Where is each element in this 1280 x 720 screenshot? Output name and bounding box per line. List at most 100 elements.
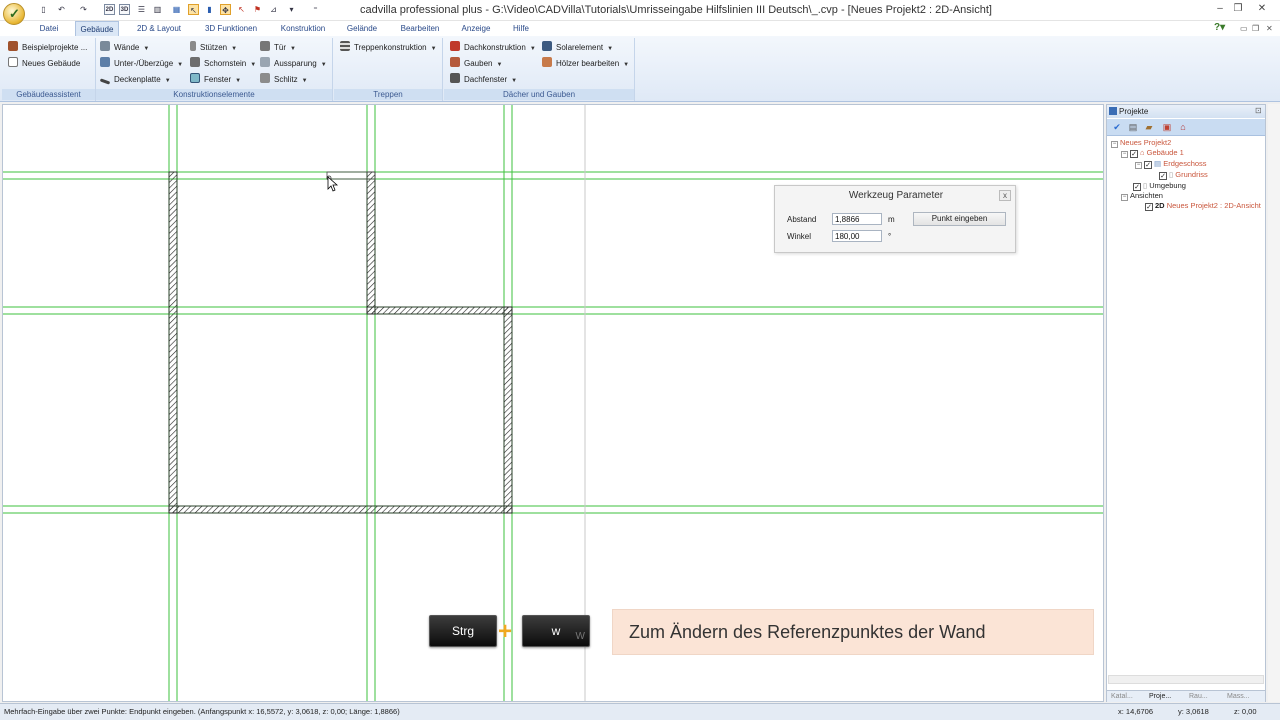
building-icon[interactable]: ⌂ (1177, 121, 1189, 133)
tree-ansichten[interactable]: − Ansichten (1121, 191, 1163, 201)
tab-gebaeude[interactable]: Gebäude (75, 21, 119, 36)
status-message: Mehrfach-Eingabe über zwei Punkte: Endpu… (4, 707, 400, 716)
tree-grundriss[interactable]: ✓ ▯ Grundriss (1159, 170, 1208, 180)
wall-mid-horizontal[interactable] (366, 306, 513, 315)
group-label: Gebäudeassistent (2, 89, 95, 100)
abstand-input[interactable] (832, 213, 882, 225)
tab-gelaende[interactable]: Gelände (344, 21, 380, 36)
projects-panel-title: Projekte (1107, 105, 1265, 118)
wall-middle[interactable] (366, 171, 376, 315)
ribbon-tabs: Datei Gebäude 2D & Layout 3D Funktionen … (0, 21, 1280, 36)
dialog-close-button[interactable]: x (999, 190, 1011, 201)
minimize-button[interactable]: – (1212, 2, 1228, 16)
tab-projekte[interactable]: Proje... (1149, 691, 1171, 703)
winkel-label: Winkel (787, 232, 812, 241)
wall-right[interactable] (503, 306, 513, 514)
flag-icon[interactable]: ⚑ (252, 4, 263, 15)
tab-anzeige[interactable]: Anzeige (456, 21, 496, 36)
dropdown-icon[interactable]: ▾ (286, 4, 297, 15)
title-bar: ✓ ▯ ↶ ↷ 2D 3D ☰ ▥ ▦ ↖ ▮ ✥ ↖ ⚑ ⊿ ▾ ⁼ cadv… (0, 0, 1280, 25)
treppenkonstruktion-button[interactable]: Treppenkonstruktion ▼ (340, 41, 437, 55)
dormer-icon (450, 57, 460, 67)
ribbon-close-icon[interactable]: ✕ (1266, 24, 1273, 33)
fenster-button[interactable]: Fenster ▼ (190, 73, 241, 87)
close-button[interactable]: ✕ (1254, 2, 1270, 16)
werkzeug-parameter-dialog: Werkzeug Parameter x Abstand m Punkt ein… (774, 185, 1016, 253)
dachkonstruktion-button[interactable]: Dachkonstruktion ▼ (450, 41, 536, 55)
wall-left[interactable] (168, 171, 178, 514)
view-3d-button[interactable]: 3D (119, 4, 130, 15)
tree-view-2d[interactable]: ✓ 2D Neues Projekt2 : 2D-Ansicht (1145, 201, 1261, 211)
wall-bottom[interactable] (168, 505, 513, 514)
redo-icon[interactable]: ↷ (78, 4, 89, 15)
chimney-icon (190, 57, 200, 67)
split-horizontal-icon[interactable]: ☰ (136, 4, 147, 15)
delete-icon[interactable]: ▣ (1161, 121, 1173, 133)
group-label: Treppen (334, 89, 442, 100)
checkmark-icon[interactable]: ✔ (1111, 121, 1123, 133)
tab-3d-funktionen[interactable]: 3D Funktionen (200, 21, 262, 36)
view-toggle-icon[interactable]: ▤ (1127, 121, 1139, 133)
help-icon[interactable]: ?▾ (1214, 22, 1225, 33)
vertical-scrollbar[interactable] (1268, 104, 1280, 702)
tab-datei[interactable]: Datei (34, 21, 64, 36)
beam-icon (100, 57, 110, 67)
tree-project[interactable]: − Neues Projekt2 (1111, 138, 1171, 148)
snap-icon[interactable]: ✥ (220, 4, 231, 15)
tab-konstruktion[interactable]: Konstruktion (275, 21, 331, 36)
tree-gebaeude[interactable]: − ✓ ⌂ Gebäude 1 (1121, 148, 1184, 158)
status-z: z: 0,00 (1234, 707, 1257, 716)
solar-icon (542, 41, 552, 51)
tab-katalog[interactable]: Katal... (1111, 691, 1133, 703)
customize-icon[interactable]: ⁼ (310, 4, 321, 15)
schlitz-button[interactable]: Schlitz ▼ (260, 73, 308, 87)
neues-gebaeude-button[interactable]: Neues Gebäude (8, 57, 80, 71)
measure-icon[interactable]: ⊿ (268, 4, 279, 15)
folder-icon[interactable]: ▰ (1143, 121, 1155, 133)
tab-masse[interactable]: Mass... (1227, 691, 1250, 703)
projects-panel-icon (1109, 107, 1117, 115)
stairs-icon (340, 41, 350, 51)
door-icon (260, 41, 270, 51)
view-2d-button[interactable]: 2D (104, 4, 115, 15)
dachfenster-button[interactable]: Dachfenster ▼ (450, 73, 517, 87)
projects-horizontal-scrollbar[interactable] (1108, 675, 1264, 684)
undo-icon[interactable]: ↶ (56, 4, 67, 15)
ribbon-restore-icon[interactable]: ❐ (1252, 24, 1259, 33)
aussparung-button[interactable]: Aussparung ▼ (260, 57, 327, 71)
column-icon (190, 41, 196, 51)
new-file-icon[interactable]: ▯ (38, 4, 49, 15)
gauben-button[interactable]: Gauben ▼ (450, 57, 502, 71)
group-gebaeudeassistent: Beispielprojekte ... Neues Gebäude Gebäu… (2, 38, 96, 101)
tuer-button[interactable]: Tür ▼ (260, 41, 296, 55)
projects-toolbar: ✔ ▤ ▰ ▣ ⌂ (1107, 119, 1265, 136)
key-strg: Strg (429, 615, 497, 647)
ribbon-minimize-icon[interactable]: ▭ (1240, 24, 1248, 33)
select-arrow-icon[interactable]: ↖ (188, 4, 199, 15)
grid-icon[interactable]: ▦ (171, 4, 182, 15)
tree-erdgeschoss[interactable]: − ✓ ▤ Erdgeschoss (1135, 159, 1207, 169)
unterzuege-button[interactable]: Unter-/Überzüge ▼ (100, 57, 183, 71)
restore-button[interactable]: ❐ (1230, 2, 1246, 16)
panel-pin-icon[interactable]: ⊡ (1255, 106, 1262, 115)
solarelement-button[interactable]: Solarelement ▼ (542, 41, 613, 55)
stuetzen-button[interactable]: Stützen ▼ (190, 41, 237, 55)
punkt-eingeben-button[interactable]: Punkt eingeben (913, 212, 1006, 226)
waende-button[interactable]: Wände ▼ (100, 41, 149, 55)
timber-icon (542, 57, 552, 67)
winkel-input[interactable] (832, 230, 882, 242)
hoelzer-bearbeiten-button[interactable]: Hölzer bearbeiten ▼ (542, 57, 629, 71)
tab-2d-layout[interactable]: 2D & Layout (132, 21, 186, 36)
tab-raeume[interactable]: Rau... (1189, 691, 1208, 703)
pointer-icon[interactable]: ↖ (236, 4, 247, 15)
tab-bearbeiten[interactable]: Bearbeiten (396, 21, 444, 36)
status-y: y: 3,0618 (1178, 707, 1209, 716)
columns-icon[interactable]: ▮ (204, 4, 215, 15)
tab-hilfe[interactable]: Hilfe (508, 21, 534, 36)
tree-umgebung[interactable]: ✓ ▯ Umgebung (1133, 181, 1186, 191)
schornstein-button[interactable]: Schornstein ▼ (190, 57, 256, 71)
app-logo-icon[interactable]: ✓ (3, 3, 25, 25)
beispielprojekte-button[interactable]: Beispielprojekte ... (8, 41, 87, 55)
deckenplatte-button[interactable]: Deckenplatte ▼ (99, 73, 171, 87)
split-vertical-icon[interactable]: ▥ (152, 4, 163, 15)
